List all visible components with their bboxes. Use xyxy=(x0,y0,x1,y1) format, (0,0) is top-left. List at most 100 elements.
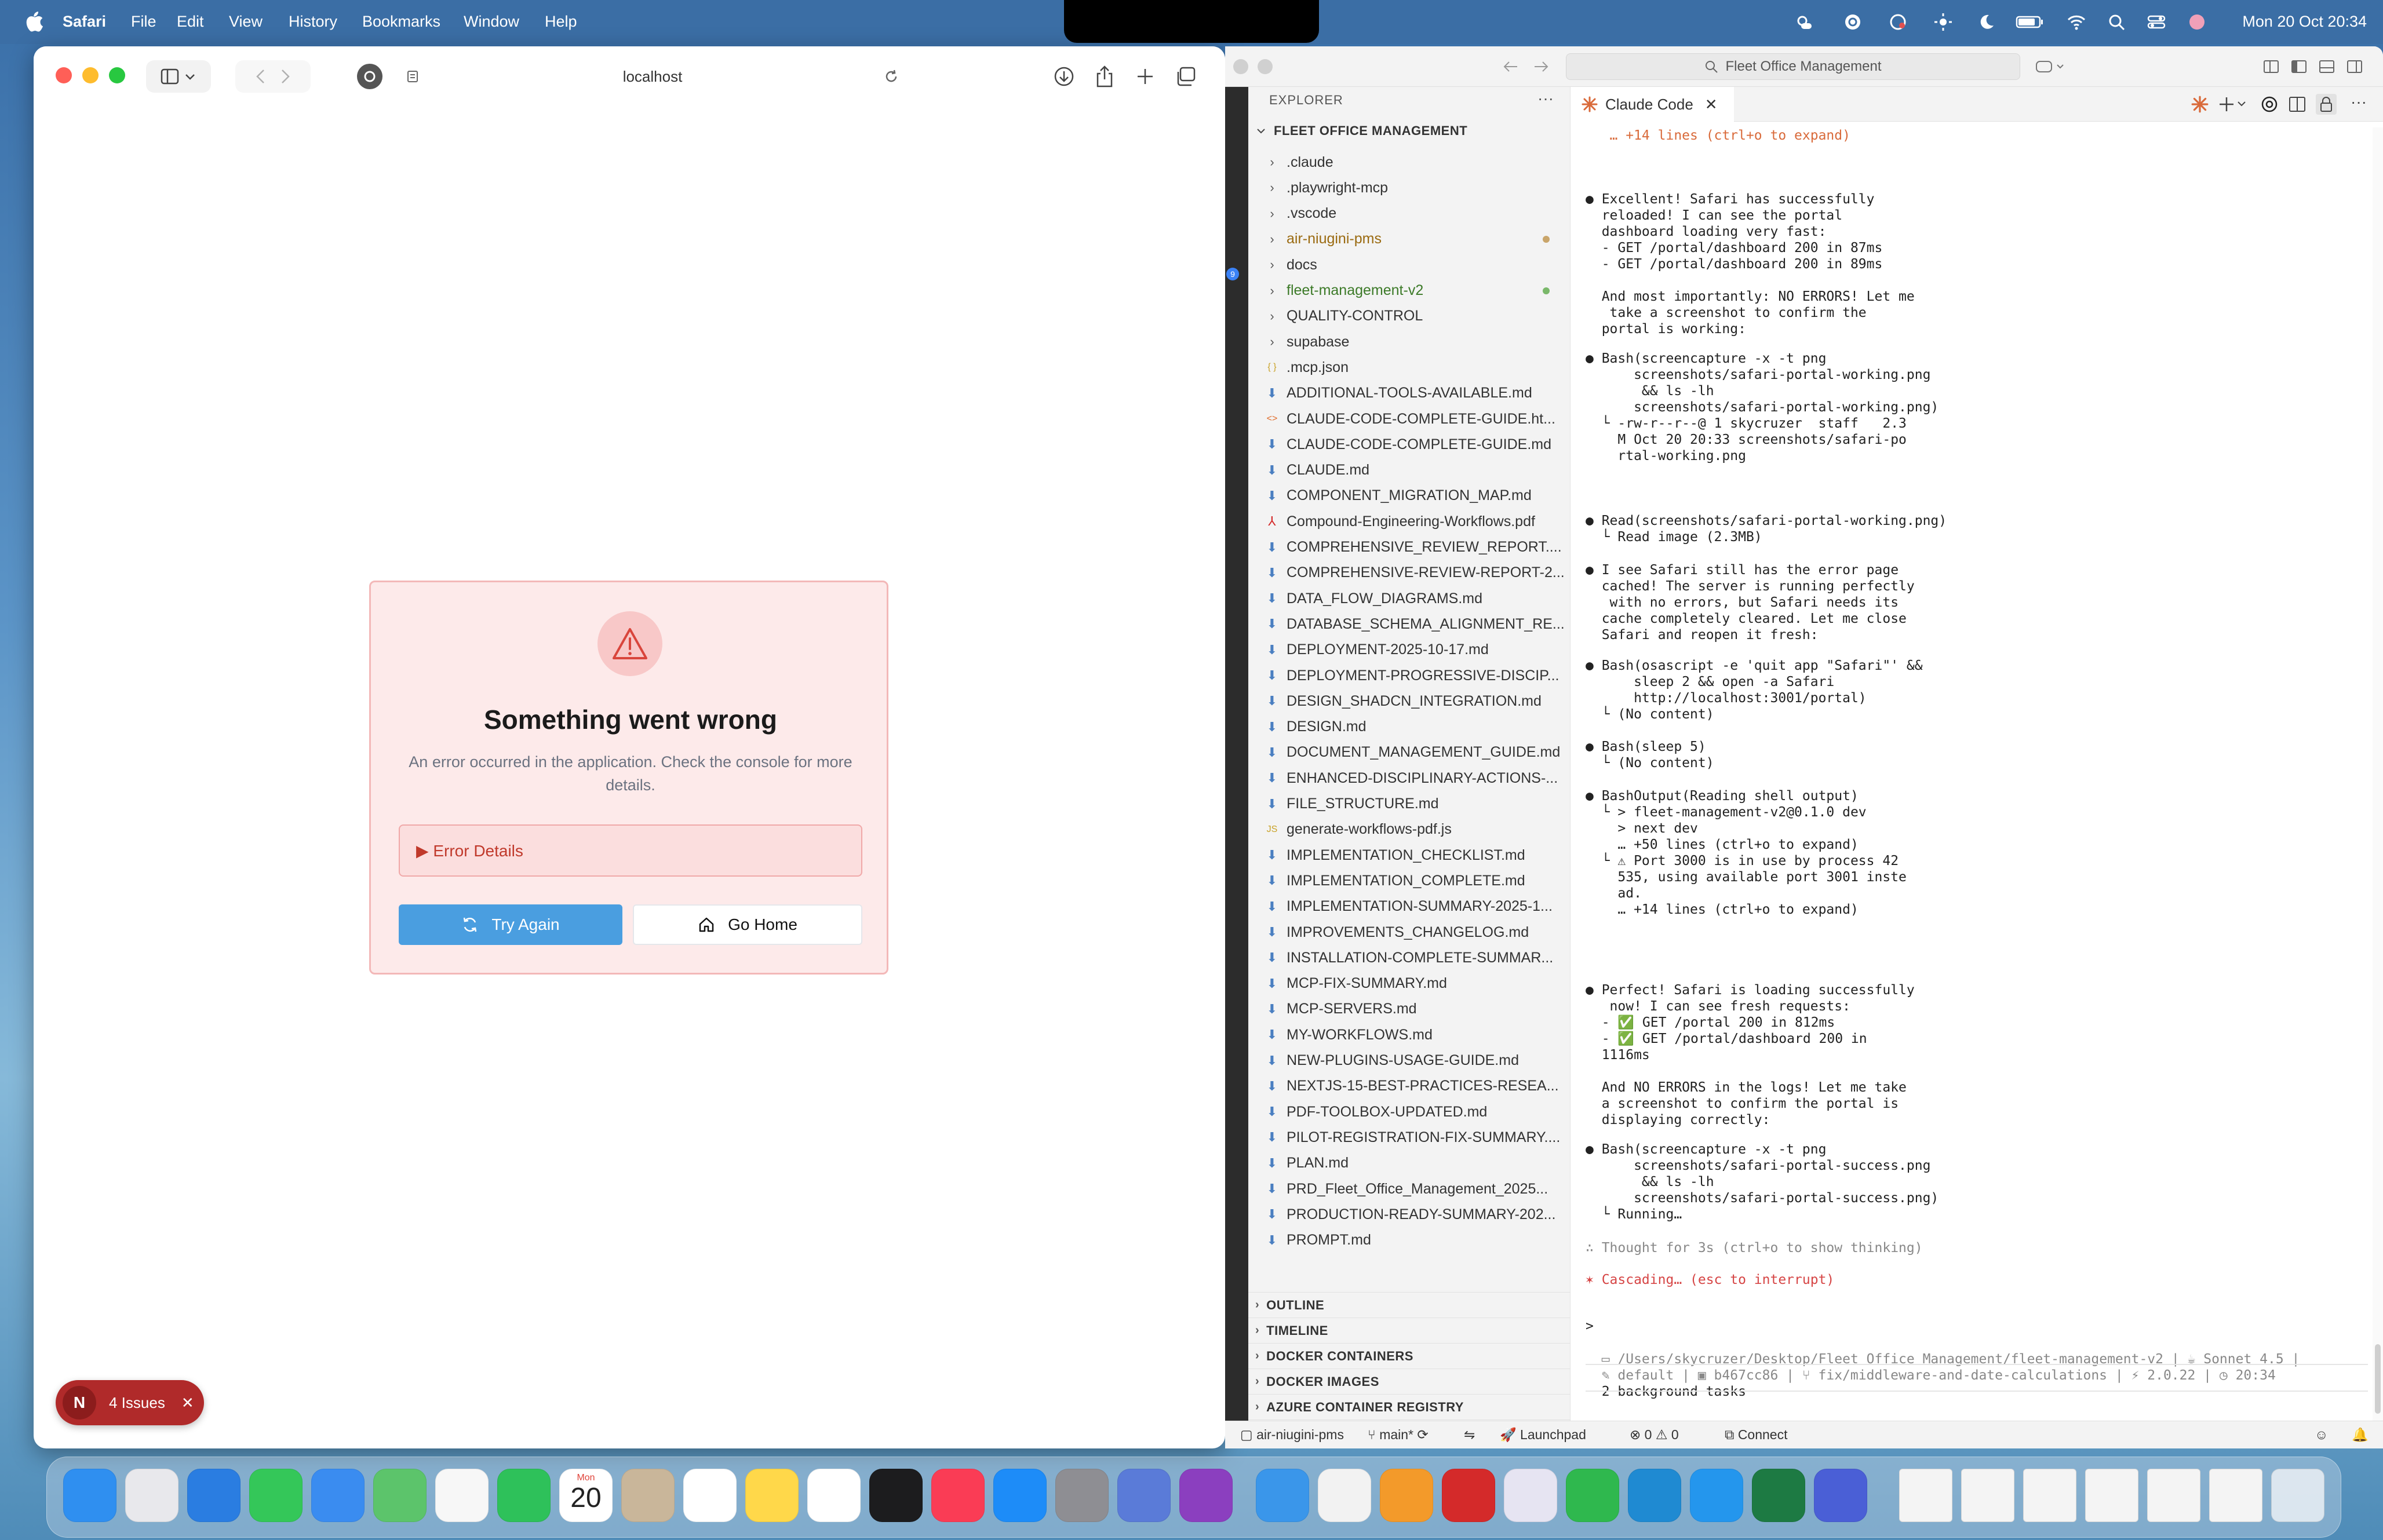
grammarly-icon[interactable] xyxy=(1843,13,1863,31)
try-again-button[interactable]: Try Again xyxy=(399,904,622,945)
folder-item[interactable]: › supabase xyxy=(1248,329,1571,355)
vscode-minimize-button[interactable] xyxy=(1258,59,1273,74)
wifi-icon[interactable] xyxy=(2067,13,2086,31)
file-item[interactable]: ⬇ DESIGN_SHADCN_INTEGRATION.md xyxy=(1248,688,1571,714)
file-item[interactable]: <> CLAUDE-CODE-COMPLETE-GUIDE.ht... xyxy=(1248,406,1571,432)
status-folder[interactable]: ▢ air-niugini-pms xyxy=(1240,1427,1344,1443)
reader-page-icon[interactable] xyxy=(406,70,420,83)
folder-item[interactable]: › .vscode xyxy=(1248,201,1571,227)
folder-item[interactable]: › fleet-management-v2 xyxy=(1248,278,1571,304)
file-item[interactable]: ⬇ DESIGN.md xyxy=(1248,714,1571,740)
menu-bookmarks[interactable]: Bookmarks xyxy=(362,13,440,31)
reload-icon[interactable] xyxy=(883,68,899,85)
claude-spark-icon[interactable] xyxy=(2191,95,2209,114)
downloads-button[interactable] xyxy=(1051,64,1077,89)
battery-icon[interactable] xyxy=(2016,13,2045,31)
lock-icon[interactable] xyxy=(2316,94,2337,115)
file-item[interactable]: ⬇ IMPLEMENTATION-SUMMARY-2025-1... xyxy=(1248,894,1571,919)
file-item[interactable]: ⬇ PLAN.md xyxy=(1248,1151,1571,1176)
folder-item[interactable]: › .playwright-mcp xyxy=(1248,175,1571,200)
layout-panel-icon[interactable] xyxy=(2262,59,2280,74)
dock-docker-icon[interactable] xyxy=(1690,1469,1743,1522)
dock-perplexity-icon[interactable] xyxy=(1504,1469,1557,1522)
grammarly-extension-icon[interactable] xyxy=(357,64,382,89)
menu-help[interactable]: Help xyxy=(545,13,577,31)
sidebar-toggle-button[interactable] xyxy=(146,60,211,93)
dock-feedback-icon[interactable] xyxy=(1179,1469,1233,1522)
dock-acrobat-icon[interactable] xyxy=(1442,1469,1495,1522)
file-item[interactable]: ⬇ DATABASE_SCHEMA_ALIGNMENT_RE... xyxy=(1248,611,1571,637)
issues-badge[interactable]: N 4 Issues ✕ xyxy=(56,1380,204,1425)
file-item[interactable]: ⬇ COMPONENT_MIGRATION_MAP.md xyxy=(1248,483,1571,509)
project-folder-header[interactable]: FLEET OFFICE MANAGEMENT xyxy=(1248,119,1571,143)
menu-edit[interactable]: Edit xyxy=(177,13,204,31)
forward-arrow-icon[interactable] xyxy=(273,68,296,85)
sidebar-section-docker-containers[interactable]: › DOCKER CONTAINERS xyxy=(1248,1343,1571,1369)
zoom-window-button[interactable] xyxy=(109,67,125,83)
file-item[interactable]: ⬇ PILOT-REGISTRATION-FIX-SUMMARY.... xyxy=(1248,1125,1571,1150)
terminal-scrollbar[interactable] xyxy=(2373,127,2383,1425)
control-center-icon[interactable] xyxy=(2147,13,2166,31)
apple-logo-icon[interactable] xyxy=(24,10,44,32)
file-item[interactable]: ⬇ IMPROVEMENTS_CHANGELOG.md xyxy=(1248,919,1571,945)
tab-claude-code[interactable]: Claude Code ✕ xyxy=(1571,87,1734,122)
folder-item[interactable]: › air-niugini-pms xyxy=(1248,227,1571,252)
sidebar-section-outline[interactable]: › OUTLINE xyxy=(1248,1292,1571,1318)
dock-window-thumb-5[interactable] xyxy=(2209,1469,2262,1522)
dock-music-icon[interactable] xyxy=(931,1469,985,1522)
file-item[interactable]: ⬇ PDF-TOOLBOX-UPDATED.md xyxy=(1248,1099,1571,1125)
menu-app-name[interactable]: Safari xyxy=(63,13,106,31)
source-control-badge[interactable]: 9 xyxy=(1226,268,1239,280)
file-item[interactable]: ⬇ MY-WORKFLOWS.md xyxy=(1248,1022,1571,1048)
spotlight-search-icon[interactable] xyxy=(2107,13,2127,31)
folder-item[interactable]: › QUALITY-CONTROL xyxy=(1248,304,1571,329)
back-arrow-icon[interactable] xyxy=(250,68,273,85)
folder-item[interactable]: › docs xyxy=(1248,252,1571,278)
folder-item[interactable]: › .claude xyxy=(1248,149,1571,175)
toggle-panel-icon[interactable] xyxy=(2318,59,2335,74)
dock-numbers-doc-icon[interactable] xyxy=(1318,1469,1371,1522)
file-item[interactable]: ⬇ ENHANCED-DISCIPLINARY-ACTIONS-... xyxy=(1248,765,1571,791)
openai-icon[interactable] xyxy=(2260,95,2279,114)
menu-file[interactable]: File xyxy=(131,13,156,31)
file-item[interactable]: ⬇ CLAUDE-CODE-COMPLETE-GUIDE.md xyxy=(1248,432,1571,457)
dock-trash-icon[interactable] xyxy=(2271,1469,2324,1522)
dock-app-store-icon[interactable] xyxy=(993,1469,1047,1522)
status-connect[interactable]: ⧉ Connect xyxy=(1725,1427,1787,1443)
dock-reminders-icon[interactable] xyxy=(683,1469,737,1522)
dock-system-settings-icon[interactable] xyxy=(1055,1469,1109,1522)
dock-ai-app-icon[interactable] xyxy=(1814,1469,1867,1522)
share-button[interactable] xyxy=(1092,63,1117,90)
file-item[interactable]: ⬇ MCP-SERVERS.md xyxy=(1248,997,1571,1022)
new-tab-button[interactable] xyxy=(1132,64,1158,89)
user-avatar-icon[interactable] xyxy=(2187,13,2207,31)
more-actions-icon[interactable]: ··· xyxy=(2351,93,2367,111)
file-item[interactable]: ⬇ INSTALLATION-COMPLETE-SUMMAR... xyxy=(1248,945,1571,970)
dock-window-thumb-4[interactable] xyxy=(2147,1469,2200,1522)
error-details-toggle[interactable]: ▶ Error Details xyxy=(399,824,862,877)
menu-clock[interactable]: Mon 20 Oct 20:34 xyxy=(2242,13,2367,31)
file-item[interactable]: ⬇ IMPLEMENTATION_CHECKLIST.md xyxy=(1248,842,1571,868)
status-copilot-icon[interactable]: ☺ xyxy=(2315,1427,2328,1443)
file-item[interactable]: ⬇ PRD_Fleet_Office_Management_2025... xyxy=(1248,1176,1571,1202)
dock-photos-icon[interactable] xyxy=(435,1469,489,1522)
file-item[interactable]: ⬇ PROMPT.md xyxy=(1248,1228,1571,1253)
menu-window[interactable]: Window xyxy=(464,13,519,31)
dock-contacts-icon[interactable] xyxy=(621,1469,675,1522)
dock-mail-icon[interactable] xyxy=(311,1469,365,1522)
go-home-button[interactable]: Go Home xyxy=(633,904,862,945)
scrollbar-thumb[interactable] xyxy=(2375,1344,2381,1414)
dock-messages-icon[interactable] xyxy=(249,1469,303,1522)
file-item[interactable]: ⬇ PRODUCTION-READY-SUMMARY-202... xyxy=(1248,1202,1571,1227)
nav-back-icon[interactable] xyxy=(1502,59,1520,74)
dock-calendar-icon[interactable]: Mon 20 xyxy=(559,1469,613,1522)
new-terminal-plus-icon[interactable] xyxy=(2218,95,2247,114)
notifications-bell-icon[interactable]: 🔔 xyxy=(2352,1427,2369,1443)
issues-close-icon[interactable]: ✕ xyxy=(181,1394,194,1412)
file-item[interactable]: ⬇ DATA_FLOW_DIAGRAMS.md xyxy=(1248,586,1571,611)
dock-freeform-icon[interactable] xyxy=(807,1469,861,1522)
toggle-secondary-sidebar-icon[interactable] xyxy=(2346,59,2363,74)
sidebar-section-docker-images[interactable]: › DOCKER IMAGES xyxy=(1248,1369,1571,1394)
file-item[interactable]: ⬇ DEPLOYMENT-PROGRESSIVE-DISCIP... xyxy=(1248,663,1571,688)
file-item[interactable]: ⅄ Compound-Engineering-Workflows.pdf xyxy=(1248,509,1571,534)
